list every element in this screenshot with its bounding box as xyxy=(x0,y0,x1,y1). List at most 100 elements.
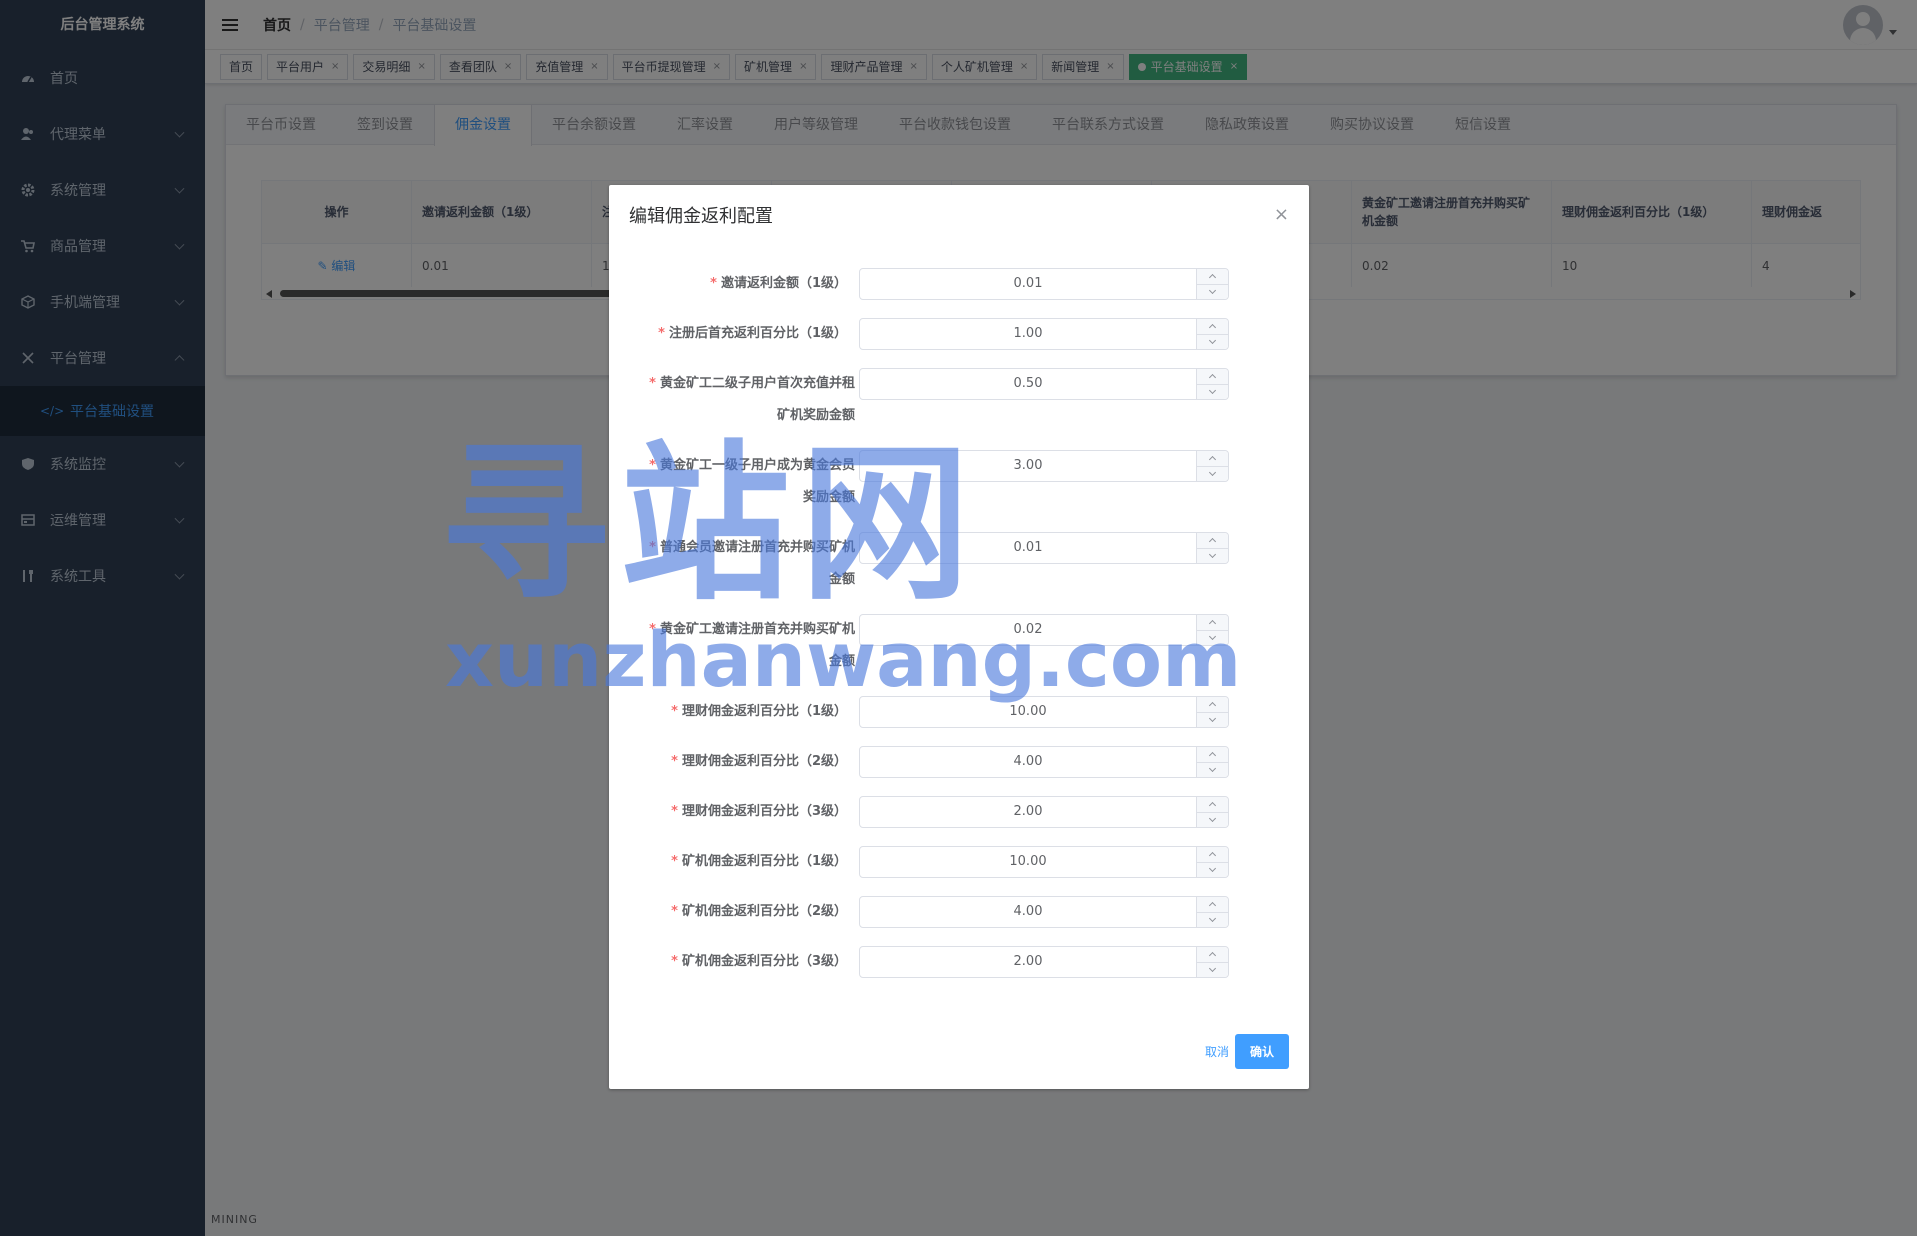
form-item: * 理财佣金返利百分比（3级） 2.00 xyxy=(609,796,1309,828)
increase-button[interactable] xyxy=(1197,897,1228,913)
field-label: * 黄金矿工二级子用户首次充值并租 矿机奖励金额 xyxy=(649,376,855,423)
field-label: * 普通会员邀请注册首充并购买矿机 金额 xyxy=(649,540,855,587)
input-value[interactable]: 10.00 xyxy=(860,847,1196,877)
decrease-button[interactable] xyxy=(1197,762,1228,777)
chevron-up-icon xyxy=(1208,902,1217,910)
decrease-button[interactable] xyxy=(1197,548,1228,563)
dialog-header: 编辑佣金返利配置 xyxy=(609,185,1309,241)
input-value[interactable]: 4.00 xyxy=(860,747,1196,777)
form-item: * 矿机佣金返利百分比（1级） 10.00 xyxy=(609,846,1309,878)
number-input[interactable]: 4.00 xyxy=(859,896,1229,928)
form-item: * 理财佣金返利百分比（1级） 10.00 xyxy=(609,696,1309,728)
increase-button[interactable] xyxy=(1197,269,1228,285)
number-input[interactable]: 10.00 xyxy=(859,846,1229,878)
decrease-button[interactable] xyxy=(1197,912,1228,927)
increase-button[interactable] xyxy=(1197,533,1228,549)
number-input[interactable]: 1.00 xyxy=(859,318,1229,350)
increase-button[interactable] xyxy=(1197,615,1228,631)
input-value[interactable]: 2.00 xyxy=(860,947,1196,977)
input-value[interactable]: 10.00 xyxy=(860,697,1196,727)
chevron-down-icon xyxy=(1208,814,1217,822)
chevron-up-icon xyxy=(1208,702,1217,710)
decrease-button[interactable] xyxy=(1197,334,1228,349)
chevron-down-icon xyxy=(1208,864,1217,872)
field-label: * 矿机佣金返利百分比（1级） xyxy=(671,854,847,869)
decrease-button[interactable] xyxy=(1197,284,1228,299)
input-value[interactable]: 2.00 xyxy=(860,797,1196,827)
number-input[interactable]: 0.50 xyxy=(859,368,1229,400)
number-input[interactable]: 2.00 xyxy=(859,946,1229,978)
chevron-up-icon xyxy=(1208,620,1217,628)
number-input[interactable]: 2.00 xyxy=(859,796,1229,828)
decrease-button[interactable] xyxy=(1197,812,1228,827)
form-item: * 理财佣金返利百分比（2级） 4.00 xyxy=(609,746,1309,778)
increase-button[interactable] xyxy=(1197,847,1228,863)
increase-button[interactable] xyxy=(1197,697,1228,713)
dialog-title: 编辑佣金返利配置 xyxy=(629,206,773,227)
input-value[interactable]: 4.00 xyxy=(860,897,1196,927)
close-icon[interactable]: × xyxy=(1274,205,1289,225)
field-label: * 矿机佣金返利百分比（2级） xyxy=(671,904,847,919)
input-value[interactable]: 0.50 xyxy=(860,369,1196,399)
chevron-up-icon xyxy=(1208,802,1217,810)
form-item: * 矿机佣金返利百分比（2级） 4.00 xyxy=(609,896,1309,928)
form-item: * 邀请返利金额（1级） 0.01 xyxy=(609,268,1309,300)
input-value[interactable]: 1.00 xyxy=(860,319,1196,349)
decrease-button[interactable] xyxy=(1197,712,1228,727)
number-input[interactable]: 3.00 xyxy=(859,450,1229,482)
input-value[interactable]: 0.01 xyxy=(860,533,1196,563)
decrease-button[interactable] xyxy=(1197,630,1228,645)
number-input[interactable]: 0.02 xyxy=(859,614,1229,646)
chevron-up-icon xyxy=(1208,952,1217,960)
field-label: * 黄金矿工邀请注册首充并购买矿机 金额 xyxy=(649,622,855,669)
form-item: * 黄金矿工二级子用户首次充值并租 矿机奖励金额 0.50 xyxy=(609,368,1309,432)
confirm-button[interactable]: 确认 xyxy=(1234,1034,1289,1069)
form-item: * 注册后首充返利百分比（1级） 1.00 xyxy=(609,318,1309,350)
edit-commission-dialog: 编辑佣金返利配置 × * 邀请返利金额（1级） 0.01 * 注册后首充返利百分比（… xyxy=(609,185,1309,1089)
chevron-up-icon xyxy=(1208,324,1217,332)
increase-button[interactable] xyxy=(1197,797,1228,813)
chevron-up-icon xyxy=(1208,752,1217,760)
increase-button[interactable] xyxy=(1197,947,1228,963)
input-value[interactable]: 3.00 xyxy=(860,451,1196,481)
field-label: * 矿机佣金返利百分比（3级） xyxy=(671,954,847,969)
form-item: * 黄金矿工邀请注册首充并购买矿机 金额 0.02 xyxy=(609,614,1309,678)
number-input[interactable]: 4.00 xyxy=(859,746,1229,778)
field-label: * 理财佣金返利百分比（3级） xyxy=(671,804,847,819)
chevron-down-icon xyxy=(1208,914,1217,922)
increase-button[interactable] xyxy=(1197,369,1228,385)
chevron-down-icon xyxy=(1208,632,1217,640)
chevron-up-icon xyxy=(1208,456,1217,464)
chevron-down-icon xyxy=(1208,336,1217,344)
chevron-up-icon xyxy=(1208,374,1217,382)
decrease-button[interactable] xyxy=(1197,466,1228,481)
field-label: * 邀请返利金额（1级） xyxy=(710,276,847,291)
form-item: * 矿机佣金返利百分比（3级） 2.00 xyxy=(609,946,1309,978)
number-input[interactable]: 0.01 xyxy=(859,268,1229,300)
decrease-button[interactable] xyxy=(1197,862,1228,877)
chevron-up-icon xyxy=(1208,852,1217,860)
field-label: * 注册后首充返利百分比（1级） xyxy=(658,326,847,341)
field-label: * 理财佣金返利百分比（2级） xyxy=(671,754,847,769)
chevron-down-icon xyxy=(1208,550,1217,558)
chevron-up-icon xyxy=(1208,538,1217,546)
commission-form: * 邀请返利金额（1级） 0.01 * 注册后首充返利百分比（1级） 1.00 * 黄… xyxy=(609,268,1309,996)
input-value[interactable]: 0.01 xyxy=(860,269,1196,299)
chevron-down-icon xyxy=(1208,286,1217,294)
decrease-button[interactable] xyxy=(1197,962,1228,977)
field-label: * 理财佣金返利百分比（1级） xyxy=(671,704,847,719)
chevron-down-icon xyxy=(1208,964,1217,972)
increase-button[interactable] xyxy=(1197,319,1228,335)
field-label: * 黄金矿工一级子用户成为黄金会员 奖励金额 xyxy=(649,458,855,505)
increase-button[interactable] xyxy=(1197,451,1228,467)
number-input[interactable]: 0.01 xyxy=(859,532,1229,564)
form-item: * 普通会员邀请注册首充并购买矿机 金额 0.01 xyxy=(609,532,1309,596)
increase-button[interactable] xyxy=(1197,747,1228,763)
number-input[interactable]: 10.00 xyxy=(859,696,1229,728)
input-value[interactable]: 0.02 xyxy=(860,615,1196,645)
cancel-button[interactable]: 取消 xyxy=(1205,1035,1229,1068)
chevron-down-icon xyxy=(1208,764,1217,772)
chevron-up-icon xyxy=(1208,274,1217,282)
dialog-footer: 取消 确认 xyxy=(1205,1034,1289,1069)
decrease-button[interactable] xyxy=(1197,384,1228,399)
